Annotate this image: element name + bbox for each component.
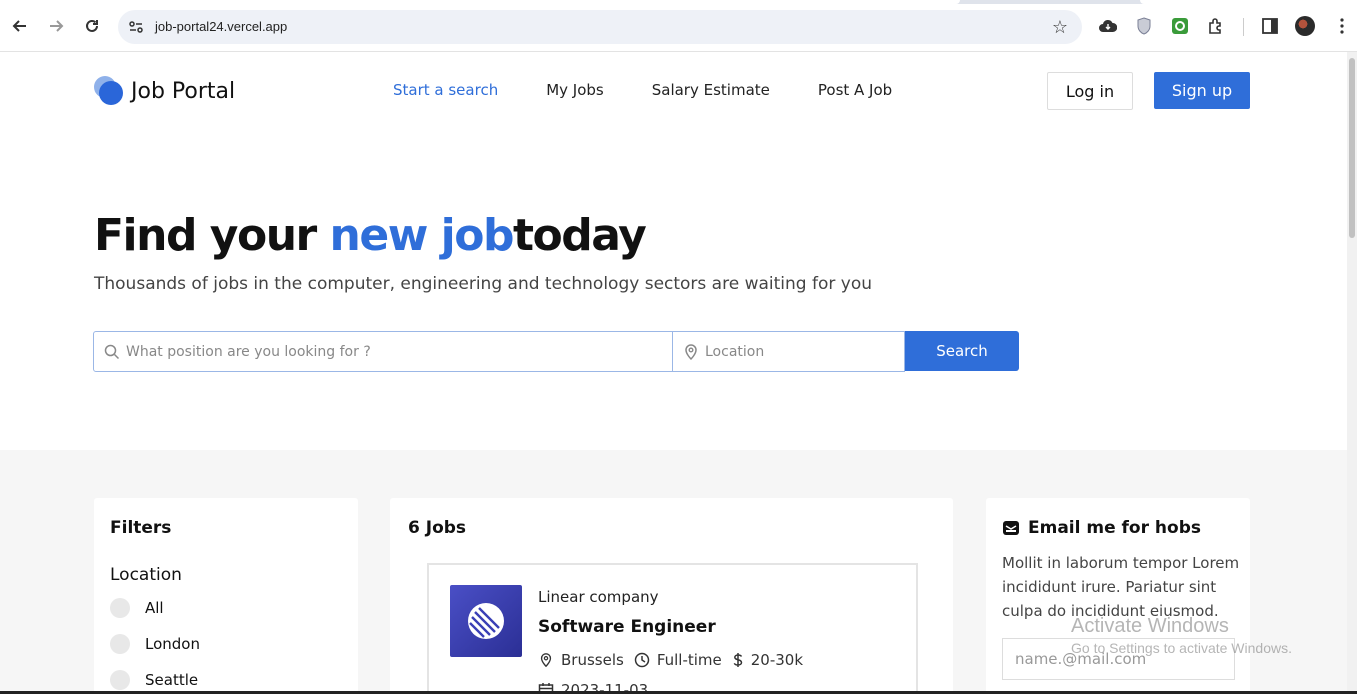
scrollbar-thumb[interactable] — [1349, 58, 1355, 238]
bookmark-star-icon[interactable]: ☆ — [1052, 17, 1068, 38]
search-button[interactable]: Search — [905, 331, 1019, 371]
mail-icon — [1003, 521, 1019, 535]
watermark-line2: Go to Settings to activate Windows. — [1071, 640, 1292, 656]
job-meta: Brussels Full-time 20-30k — [538, 651, 813, 669]
email-alert-text: Mollit in laborum tempor Lorem incididun… — [1002, 554, 1240, 620]
job-card[interactable]: Linear company Software Engineer Brussel… — [427, 563, 918, 694]
location-option-all[interactable]: All — [110, 598, 164, 618]
brand-mark-icon — [94, 76, 124, 106]
page-scrollbar[interactable] — [1347, 52, 1357, 694]
clock-icon — [634, 652, 650, 668]
profile-avatar[interactable] — [1295, 16, 1315, 36]
hero-title-accent: new job — [329, 210, 515, 261]
jobs-count: 6 Jobs — [408, 518, 467, 538]
windows-activation-watermark: Activate Windows Go to Settings to activ… — [1071, 615, 1292, 656]
brand-logo[interactable]: Job Portal — [94, 76, 235, 106]
filters-panel: Filters Location All London Seattle — [94, 498, 358, 694]
cloud-download-icon[interactable] — [1098, 16, 1118, 36]
shield-extension-icon[interactable] — [1134, 16, 1154, 36]
reload-icon[interactable] — [80, 14, 104, 38]
job-salary-text: 20-30k — [750, 651, 804, 669]
location-input[interactable] — [705, 332, 896, 371]
company-logo — [450, 585, 522, 657]
location-filter-label: Location — [110, 565, 182, 585]
hero-subtitle: Thousands of jobs in the computer, engin… — [94, 274, 872, 294]
tab-strip — [0, 0, 1357, 4]
location-pin-icon — [685, 344, 697, 361]
login-button[interactable]: Log in — [1047, 72, 1133, 110]
search-icon — [104, 344, 120, 360]
web-page: Job Portal Start a search My Jobs Salary… — [0, 52, 1347, 694]
side-panel-icon[interactable] — [1260, 16, 1280, 36]
email-alert-panel: Email me for hobs Mollit in laborum temp… — [986, 498, 1250, 694]
forward-icon[interactable] — [44, 14, 68, 38]
nav-my-jobs[interactable]: My Jobs — [546, 81, 604, 99]
kebab-menu-icon[interactable] — [1332, 16, 1352, 36]
address-bar[interactable]: job-portal24.vercel.app ☆ — [118, 10, 1082, 44]
company-name: Linear company — [538, 588, 659, 606]
hero-title-part1: Find your — [94, 210, 330, 261]
job-salary: 20-30k — [732, 651, 803, 669]
radio-button[interactable] — [110, 598, 130, 618]
results-section: Filters Location All London Seattle 6 Jo… — [0, 450, 1347, 694]
job-location-text: Brussels — [561, 651, 624, 669]
url-text[interactable]: job-portal24.vercel.app — [155, 19, 287, 34]
location-pin-icon — [540, 653, 552, 668]
option-label: Seattle — [145, 671, 199, 689]
toolbar-divider — [1243, 18, 1244, 36]
puzzle-extensions-icon[interactable] — [1206, 16, 1226, 36]
location-field — [673, 331, 905, 372]
hero-title-part2: today — [512, 210, 647, 261]
option-label: All — [145, 599, 164, 617]
position-field — [93, 331, 673, 372]
radio-button[interactable] — [110, 670, 130, 690]
green-extension-icon[interactable] — [1170, 16, 1190, 36]
job-search-bar: Search — [93, 331, 1019, 372]
email-alert-title: Email me for hobs — [1002, 518, 1201, 538]
brand-name: Job Portal — [131, 78, 236, 104]
location-option-london[interactable]: London — [110, 634, 200, 654]
linear-logo-icon — [468, 603, 504, 639]
main-nav: Start a search My Jobs Salary Estimate P… — [393, 81, 892, 99]
radio-button[interactable] — [110, 634, 130, 654]
jobs-panel: 6 Jobs Linear company Software Engineer … — [390, 498, 953, 694]
site-settings-icon[interactable] — [128, 19, 144, 35]
job-type-text: Full-time — [656, 651, 722, 669]
option-label: London — [145, 635, 200, 653]
job-title[interactable]: Software Engineer — [538, 617, 716, 637]
signup-button[interactable]: Sign up — [1154, 72, 1250, 109]
job-location: Brussels — [538, 651, 624, 669]
nav-salary-estimate[interactable]: Salary Estimate — [652, 81, 770, 99]
browser-toolbar: job-portal24.vercel.app ☆ — [0, 0, 1357, 52]
dollar-icon — [733, 653, 743, 667]
email-alert-title-text: Email me for hobs — [1028, 518, 1201, 538]
hero-title: Find your new jobtoday — [94, 210, 647, 261]
watermark-line1: Activate Windows — [1071, 615, 1229, 637]
nav-post-a-job[interactable]: Post A Job — [818, 81, 892, 99]
nav-start-search[interactable]: Start a search — [393, 81, 498, 99]
location-option-seattle[interactable]: Seattle — [110, 670, 198, 690]
filters-title: Filters — [110, 518, 172, 538]
job-type: Full-time — [634, 651, 722, 669]
position-input[interactable] — [126, 332, 664, 371]
back-icon[interactable] — [8, 14, 32, 38]
